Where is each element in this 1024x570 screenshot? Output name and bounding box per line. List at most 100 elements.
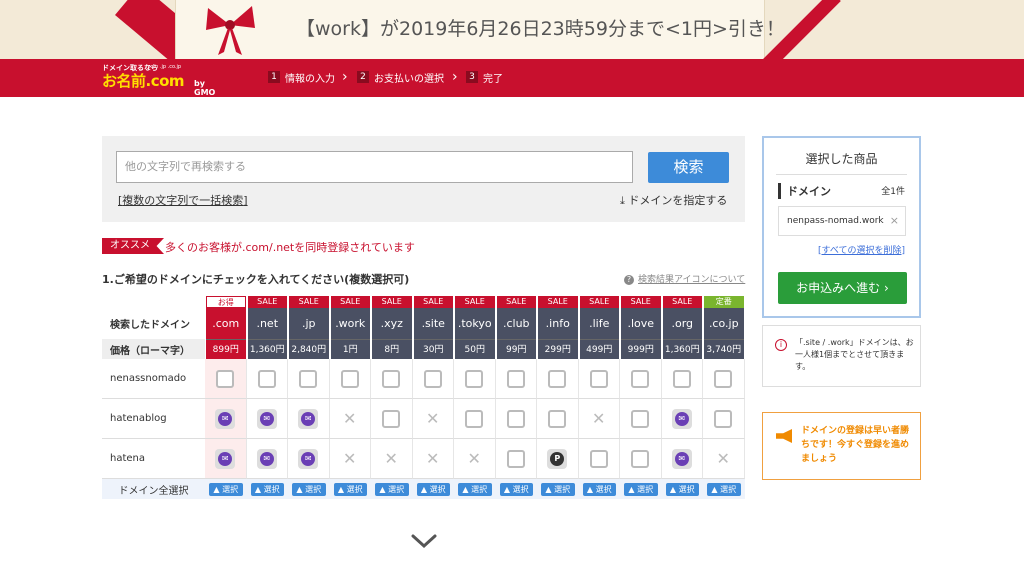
select-column-button[interactable]: ▲ 選択 <box>375 483 409 496</box>
checkbox[interactable] <box>465 409 484 428</box>
checkbox[interactable] <box>382 409 401 428</box>
domain-cell[interactable]: ✉ <box>246 439 288 479</box>
select-column-button[interactable]: ▲ 選択 <box>707 483 741 496</box>
checkbox[interactable] <box>506 369 525 388</box>
domain-cell[interactable] <box>495 359 537 399</box>
checkbox[interactable] <box>589 449 608 468</box>
apply-button[interactable]: お申込みへ進む › <box>778 272 907 304</box>
domain-cell[interactable] <box>495 399 537 439</box>
checkbox[interactable] <box>340 369 359 388</box>
whois-mail-icon[interactable]: ✉ <box>671 448 692 469</box>
domain-cell[interactable]: ✉ <box>661 439 703 479</box>
checkbox[interactable] <box>506 449 525 468</box>
domain-cell[interactable] <box>246 359 288 399</box>
checkbox[interactable] <box>589 369 608 388</box>
tld-name: .org <box>662 308 702 339</box>
checkbox[interactable] <box>382 369 401 388</box>
domain-cell[interactable] <box>288 359 330 399</box>
domain-cell[interactable]: ✉ <box>205 399 247 439</box>
promo-banner[interactable]: 【work】が2019年6月26日23時59分まで<1円>引き！ <box>0 0 1024 59</box>
icon-help-link[interactable]: ? 検索結果アイコンについて <box>624 272 745 285</box>
domain-cell[interactable] <box>454 359 496 399</box>
logo[interactable]: ドメイン取るなら .com .jp .co.jp お名前.com by GMO <box>102 63 222 97</box>
specify-domain-link[interactable]: ⤓ ドメインを指定する <box>620 192 727 208</box>
tld-name: .tokyo <box>455 308 495 339</box>
icon-help-label: 検索結果アイコンについて <box>638 275 746 285</box>
checkbox[interactable] <box>631 369 650 388</box>
domain-cell[interactable] <box>620 399 662 439</box>
domain-cell[interactable] <box>578 359 620 399</box>
chevron-down-icon[interactable] <box>410 528 438 552</box>
select-column-button[interactable]: ▲ 選択 <box>624 483 658 496</box>
whois-mail-icon[interactable]: ✉ <box>215 448 236 469</box>
checkbox[interactable] <box>548 409 567 428</box>
whois-mail-icon[interactable]: ✉ <box>671 408 692 429</box>
select-column-button[interactable]: ▲ 選択 <box>333 483 367 496</box>
whois-mail-icon[interactable]: ✉ <box>298 408 319 429</box>
domain-cell[interactable] <box>205 359 247 399</box>
domain-cell[interactable] <box>454 399 496 439</box>
checkbox[interactable] <box>423 369 442 388</box>
checkbox[interactable] <box>506 409 525 428</box>
domain-cell[interactable]: ✉ <box>205 439 247 479</box>
clear-all-link[interactable]: [すべての選択を削除] <box>818 243 905 256</box>
domain-cell[interactable] <box>578 439 620 479</box>
search-button[interactable]: 検索 <box>648 152 729 183</box>
search-input[interactable]: 他の文字列で再検索する <box>116 151 633 183</box>
tld-column: SALE .jp <box>288 296 330 339</box>
domain-cell[interactable]: ✉ <box>288 399 330 439</box>
tld-badge: SALE <box>579 296 619 308</box>
checkbox[interactable] <box>714 409 733 428</box>
domain-row: hatenablog ✉ ✉ ✉ ✕ ✕ ✕ ✉ <box>102 399 745 439</box>
select-column-button[interactable]: ▲ 選択 <box>416 483 450 496</box>
tld-price: 8円 <box>372 339 412 359</box>
select-column-button[interactable]: ▲ 選択 <box>541 483 575 496</box>
domain-cell[interactable] <box>371 399 413 439</box>
domain-cell[interactable] <box>329 359 371 399</box>
domain-cell[interactable]: ✉ <box>288 439 330 479</box>
select-column-button[interactable]: ▲ 選択 <box>665 483 699 496</box>
domain-cell[interactable] <box>703 399 745 439</box>
select-column-button[interactable]: ▲ 選択 <box>250 483 284 496</box>
checkbox[interactable] <box>257 369 276 388</box>
whois-mail-icon[interactable]: ✉ <box>298 448 319 469</box>
checkbox[interactable] <box>631 409 650 428</box>
select-column-button[interactable]: ▲ 選択 <box>499 483 533 496</box>
domain-cell[interactable] <box>371 359 413 399</box>
remove-item-icon[interactable]: × <box>890 207 899 235</box>
checkbox[interactable] <box>465 369 484 388</box>
select-column-button[interactable]: ▲ 選択 <box>458 483 492 496</box>
checkbox[interactable] <box>672 369 691 388</box>
domain-cell[interactable] <box>703 359 745 399</box>
domain-cell[interactable]: ✉ <box>246 399 288 439</box>
checkbox[interactable] <box>299 369 318 388</box>
clear-all-label: すべての選択を削除 <box>821 246 902 256</box>
domain-cell[interactable] <box>412 359 454 399</box>
domain-cell[interactable]: P <box>537 439 579 479</box>
checkbox[interactable] <box>216 369 235 388</box>
whois-mail-icon[interactable]: ✉ <box>256 448 277 469</box>
domain-cell[interactable] <box>620 359 662 399</box>
domain-cell[interactable]: ✉ <box>661 399 703 439</box>
whois-mail-icon[interactable]: ✉ <box>256 408 277 429</box>
tld-column: お得 .com <box>205 296 247 339</box>
domain-cell[interactable] <box>495 439 537 479</box>
domain-cell[interactable] <box>537 399 579 439</box>
domain-cell[interactable] <box>537 359 579 399</box>
bulk-search-link[interactable]: [複数の文字列で一括検索] <box>118 192 248 208</box>
unavailable-icon: ✕ <box>426 408 440 428</box>
mail-icon: ✉ <box>218 451 233 466</box>
select-column-button[interactable]: ▲ 選択 <box>292 483 326 496</box>
select-column-button[interactable]: ▲ 選択 <box>209 483 243 496</box>
domain-cell[interactable] <box>661 359 703 399</box>
checkbox[interactable] <box>631 449 650 468</box>
domain-cell[interactable] <box>620 439 662 479</box>
whois-mail-icon[interactable]: ✉ <box>215 408 236 429</box>
select-column-button[interactable]: ▲ 選択 <box>582 483 616 496</box>
checkbox[interactable] <box>548 369 567 388</box>
searched-domain-label: 検索したドメイン <box>110 320 190 331</box>
select-column: ▲ 選択 <box>454 479 496 499</box>
price-column: 1,360円 <box>247 339 289 359</box>
premium-icon[interactable]: P <box>547 448 568 469</box>
checkbox[interactable] <box>714 369 733 388</box>
